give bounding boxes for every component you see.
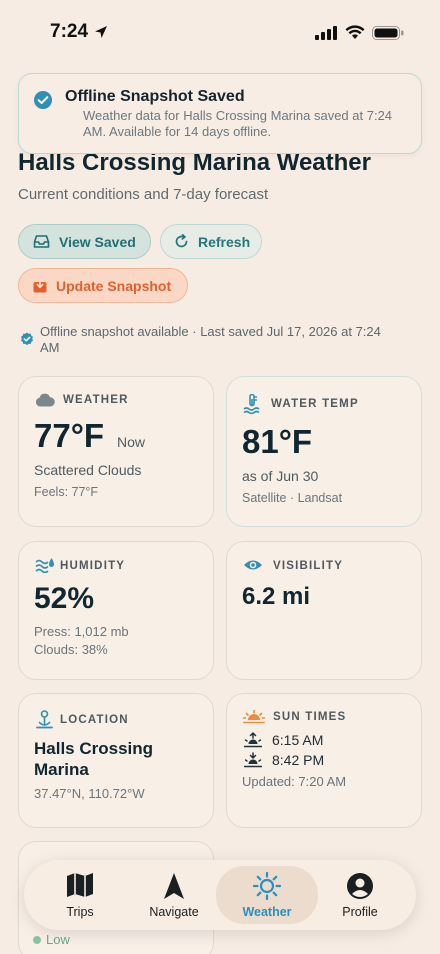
sun-times-card[interactable]: SUN TIMES 6:15 AM 8:42 PM Updated: 7:20 … xyxy=(226,693,422,828)
sun-updated: Updated: 7:20 AM xyxy=(242,774,347,789)
signal-icon xyxy=(315,26,339,45)
wifi-icon xyxy=(345,25,365,45)
refresh-label: Refresh xyxy=(198,233,251,250)
navigate-arrow-icon xyxy=(162,872,186,905)
location-label: LOCATION xyxy=(60,714,129,726)
update-snapshot-label: Update Snapshot xyxy=(56,277,172,294)
refresh-icon xyxy=(175,234,188,248)
update-snapshot-button[interactable]: Update Snapshot xyxy=(18,268,188,303)
status-time: 7:24 xyxy=(50,21,89,42)
visibility-label: VISIBILITY xyxy=(273,560,344,572)
weather-now: Now xyxy=(117,434,146,450)
clouds-value: Clouds: 38% xyxy=(34,642,108,657)
profile-icon xyxy=(346,872,374,905)
humidity-label: HUMIDITY xyxy=(60,560,126,572)
nav-trips[interactable]: Trips xyxy=(34,866,126,924)
verified-badge-icon xyxy=(20,332,34,351)
humidity-wave-icon xyxy=(35,557,55,578)
location-coords: 37.47°N, 110.72°W xyxy=(34,786,145,801)
offline-note-text: Offline snapshot available · Last saved … xyxy=(40,324,381,355)
view-saved-label: View Saved xyxy=(59,233,136,250)
nav-profile-label: Profile xyxy=(342,905,378,919)
weather-condition: Scattered Clouds xyxy=(34,462,142,478)
nav-navigate[interactable]: Navigate xyxy=(128,866,220,924)
water-temp-label: WATER TEMP xyxy=(271,398,359,410)
water-temp-value: 81°F xyxy=(242,423,313,460)
visibility-card[interactable]: VISIBILITY 6.2 mi xyxy=(226,541,422,680)
bottom-nav: Trips Navigate Weather Profile xyxy=(24,860,416,930)
nav-trips-label: Trips xyxy=(66,905,94,919)
location-arrow-icon xyxy=(94,25,108,44)
check-circle-icon xyxy=(33,90,53,115)
sun-times-label: SUN TIMES xyxy=(273,711,347,723)
location-card[interactable]: LOCATION Halls Crossing Marina 37.47°N, … xyxy=(18,693,214,828)
map-icon xyxy=(66,872,94,903)
pressure-value: Press: 1,012 mb xyxy=(34,624,129,639)
sunset-time: 8:42 PM xyxy=(272,752,325,768)
water-temp-date: as of Jun 30 xyxy=(242,468,319,484)
humidity-card[interactable]: HUMIDITY 52% Press: 1,012 mb Clouds: 38% xyxy=(18,541,214,680)
view-saved-button[interactable]: View Saved xyxy=(18,224,151,259)
location-name: Halls Crossing Marina xyxy=(34,739,154,779)
status-dot-icon xyxy=(33,936,41,944)
eye-icon xyxy=(243,558,263,577)
sunset-small-icon xyxy=(243,752,263,773)
download-box-icon xyxy=(33,278,47,293)
weather-temp: 77°F xyxy=(34,417,105,454)
weather-card[interactable]: WEATHER 77°F Now Scattered Clouds Feels:… xyxy=(18,376,214,527)
weather-label: WEATHER xyxy=(63,394,129,406)
anchor-pin-icon xyxy=(36,710,53,734)
toast-title: Offline Snapshot Saved xyxy=(65,88,245,105)
nav-navigate-label: Navigate xyxy=(149,905,199,919)
humidity-value: 52% xyxy=(34,582,95,615)
inbox-icon xyxy=(33,235,50,248)
visibility-value: 6.2 mi xyxy=(242,583,311,610)
nav-profile[interactable]: Profile xyxy=(314,866,406,924)
water-thermometer-icon xyxy=(243,393,261,419)
nav-weather[interactable]: Weather xyxy=(216,866,318,924)
water-temp-source: Satellite · Landsat xyxy=(242,491,343,505)
sunset-icon xyxy=(242,709,266,729)
sun-icon xyxy=(252,871,282,905)
sunrise-icon xyxy=(243,732,263,753)
weather-feels: Feels: 77°F xyxy=(34,485,99,499)
water-temp-card[interactable]: WATER TEMP 81°F as of Jun 30 Satellite ·… xyxy=(226,376,422,527)
battery-icon xyxy=(372,26,404,45)
page-subtitle: Current conditions and 7-day forecast xyxy=(18,186,269,203)
tide-low-text: Low xyxy=(46,932,70,947)
offline-snapshot-toast[interactable]: Offline Snapshot Saved Weather data for … xyxy=(18,73,422,154)
toast-message: Weather data for Halls Crossing Marina s… xyxy=(83,108,393,139)
refresh-button[interactable]: Refresh xyxy=(160,224,262,259)
sunrise-time: 6:15 AM xyxy=(272,732,324,748)
cloud-icon xyxy=(35,393,55,412)
status-bar: 7:24 xyxy=(0,0,440,62)
nav-weather-label: Weather xyxy=(242,905,292,919)
